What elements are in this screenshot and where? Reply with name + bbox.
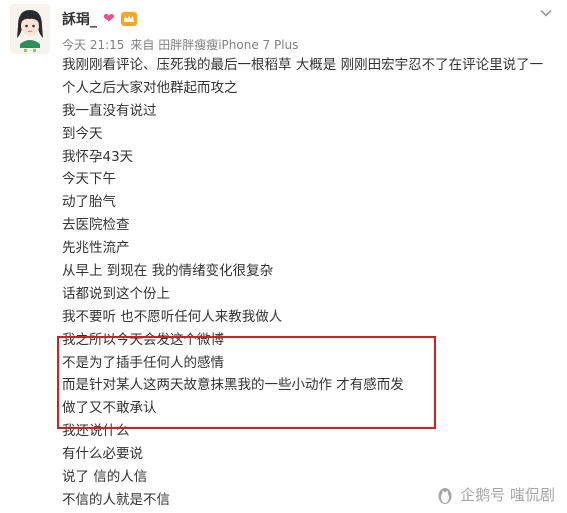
content-line: 先兆性流产 bbox=[62, 240, 130, 257]
content-line: 我还说什么 bbox=[62, 423, 130, 440]
watermark-text: 企鹅号 嗤侃剧 bbox=[460, 486, 555, 504]
avatar[interactable] bbox=[10, 4, 50, 54]
weibo-post: 訸琄_ ❤ 今天 21:15 来自 田胖胖瘦瘦iPhone 7 Plus 我刚刚看… bbox=[0, 0, 567, 513]
content-line: 话都说到这个份上 bbox=[62, 285, 170, 302]
content-line: 个人之后大家对他群起而攻之 bbox=[62, 79, 238, 96]
avatar-illustration bbox=[10, 4, 50, 54]
crown-badge-icon[interactable] bbox=[120, 12, 137, 26]
user-row: 訸琄_ ❤ bbox=[62, 8, 137, 30]
content-line: 去医院检查 bbox=[62, 217, 130, 234]
username[interactable]: 訸琄_ bbox=[62, 9, 97, 29]
content-line: 今天下午 bbox=[62, 171, 116, 188]
content-line: 而是针对某人这两天故意抹黑我的一些小动作 才有感而发 bbox=[62, 377, 404, 394]
content-line: 到今天 bbox=[62, 125, 103, 142]
penguin-icon bbox=[438, 487, 452, 504]
heart-badge-icon[interactable]: ❤ bbox=[103, 12, 115, 26]
content-line: 从早上 到现在 我的情绪变化很复杂 bbox=[62, 263, 274, 280]
content-line: 动了胎气 bbox=[62, 194, 116, 211]
content-line: 我怀孕43天 bbox=[62, 148, 134, 165]
content-line: 我不要听 也不愿听任何人来教我做人 bbox=[62, 308, 283, 325]
watermark: 企鹅号 嗤侃剧 bbox=[435, 484, 555, 505]
content-line: 不是为了插手任何人的感情 bbox=[62, 354, 224, 371]
content-line: 我之所以今天会发这个微博 bbox=[62, 331, 224, 348]
content-line: 我刚刚看评论、压死我的最后一根稻草 大概是 刚刚田宏宇忍不了在评论里说了一 bbox=[62, 57, 544, 73]
post-content: 我刚刚看评论、压死我的最后一根稻草 大概是 刚刚田宏宇忍不了在评论里说了一 个人… bbox=[62, 54, 557, 512]
post-time[interactable]: 今天 21:15 bbox=[62, 38, 124, 52]
content-line: 我一直没有说过 bbox=[62, 102, 157, 119]
post-meta: 今天 21:15 来自 田胖胖瘦瘦iPhone 7 Plus bbox=[62, 36, 298, 53]
content-line: 有什么必要说 bbox=[62, 446, 143, 463]
post-source: 来自 田胖胖瘦瘦iPhone 7 Plus bbox=[130, 38, 299, 52]
content-line: 做了又不敢承认 bbox=[62, 400, 157, 417]
chevron-down-icon[interactable] bbox=[539, 6, 553, 20]
